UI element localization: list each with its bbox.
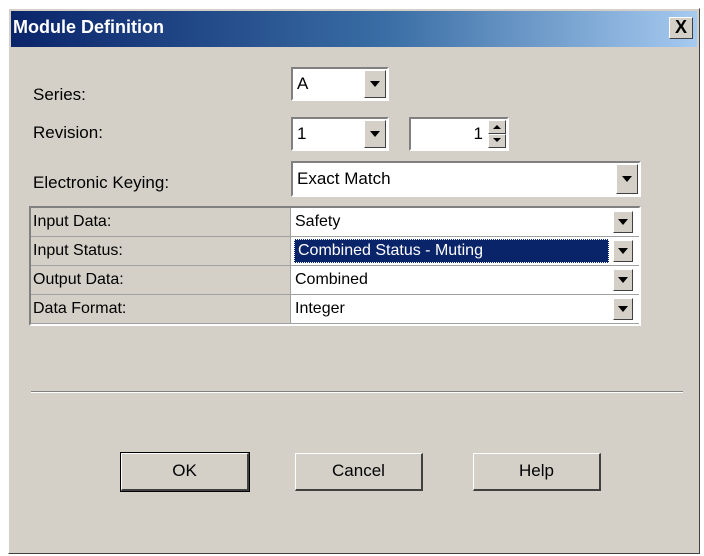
module-definition-dialog: Module Definition X Series: A Revision: …	[8, 8, 700, 554]
grid-row-name: Input Status:	[31, 237, 291, 265]
help-button[interactable]: Help	[473, 453, 601, 491]
input-status-label: Input Status:	[33, 242, 123, 259]
series-dropdown[interactable]: A	[291, 67, 389, 101]
ok-button[interactable]: OK	[120, 452, 250, 492]
input-data-label: Input Data:	[33, 213, 112, 230]
series-dropdown-arrow-icon[interactable]	[364, 70, 386, 98]
revision-major-value: 1	[297, 124, 307, 143]
input-data-value: Safety	[295, 213, 341, 230]
electronic-keying-value: Exact Match	[297, 169, 391, 188]
output-data-label: Output Data:	[33, 271, 124, 288]
series-value: A	[297, 74, 309, 93]
electronic-keying-dropdown[interactable]: Exact Match	[291, 161, 641, 197]
input-data-dropdown[interactable]: Safety	[291, 208, 639, 236]
spin-up-icon[interactable]	[488, 120, 506, 134]
data-format-label: Data Format:	[33, 300, 127, 317]
cancel-button[interactable]: Cancel	[295, 453, 423, 491]
revision-major-arrow-icon[interactable]	[364, 120, 386, 148]
input-status-dropdown[interactable]: Combined Status - Muting	[291, 237, 639, 265]
input-status-selection: Combined Status - Muting	[294, 239, 609, 263]
spin-down-icon[interactable]	[488, 134, 506, 148]
grid-row-data-format[interactable]: Data Format: Integer	[31, 295, 639, 324]
grid-row-name: Output Data:	[31, 266, 291, 294]
close-icon: X	[674, 17, 687, 37]
revision-label: Revision:	[33, 123, 103, 142]
divider	[31, 391, 683, 393]
electronic-keying-arrow-icon[interactable]	[616, 164, 638, 194]
close-button[interactable]: X	[669, 17, 693, 39]
data-format-arrow-icon[interactable]	[613, 298, 633, 320]
grid-row-output-data[interactable]: Output Data: Combined	[31, 266, 639, 295]
output-data-value: Combined	[295, 271, 368, 288]
data-format-value: Integer	[295, 300, 345, 317]
title-bar[interactable]: Module Definition X	[11, 11, 697, 47]
window-title: Module Definition	[13, 17, 164, 37]
input-data-arrow-icon[interactable]	[613, 211, 633, 233]
revision-minor-spin-buttons[interactable]	[488, 120, 506, 148]
grid-row-name: Data Format:	[31, 295, 291, 323]
module-properties-grid: Input Data: Safety Input Status: Combine…	[29, 206, 641, 326]
electronic-keying-label: Electronic Keying:	[33, 173, 170, 192]
data-format-dropdown[interactable]: Integer	[291, 295, 639, 323]
output-data-arrow-icon[interactable]	[613, 269, 633, 291]
input-status-arrow-icon[interactable]	[613, 240, 633, 262]
series-label: Series:	[33, 85, 86, 104]
revision-major-dropdown[interactable]: 1	[291, 117, 389, 151]
revision-minor-spinner[interactable]: 1	[409, 117, 509, 151]
revision-minor-value: 1	[473, 124, 483, 143]
input-status-value: Combined Status - Muting	[298, 242, 483, 259]
grid-row-input-status[interactable]: Input Status: Combined Status - Muting	[31, 237, 639, 266]
grid-row-name: Input Data:	[31, 208, 291, 236]
output-data-dropdown[interactable]: Combined	[291, 266, 639, 294]
grid-row-input-data[interactable]: Input Data: Safety	[31, 208, 639, 237]
